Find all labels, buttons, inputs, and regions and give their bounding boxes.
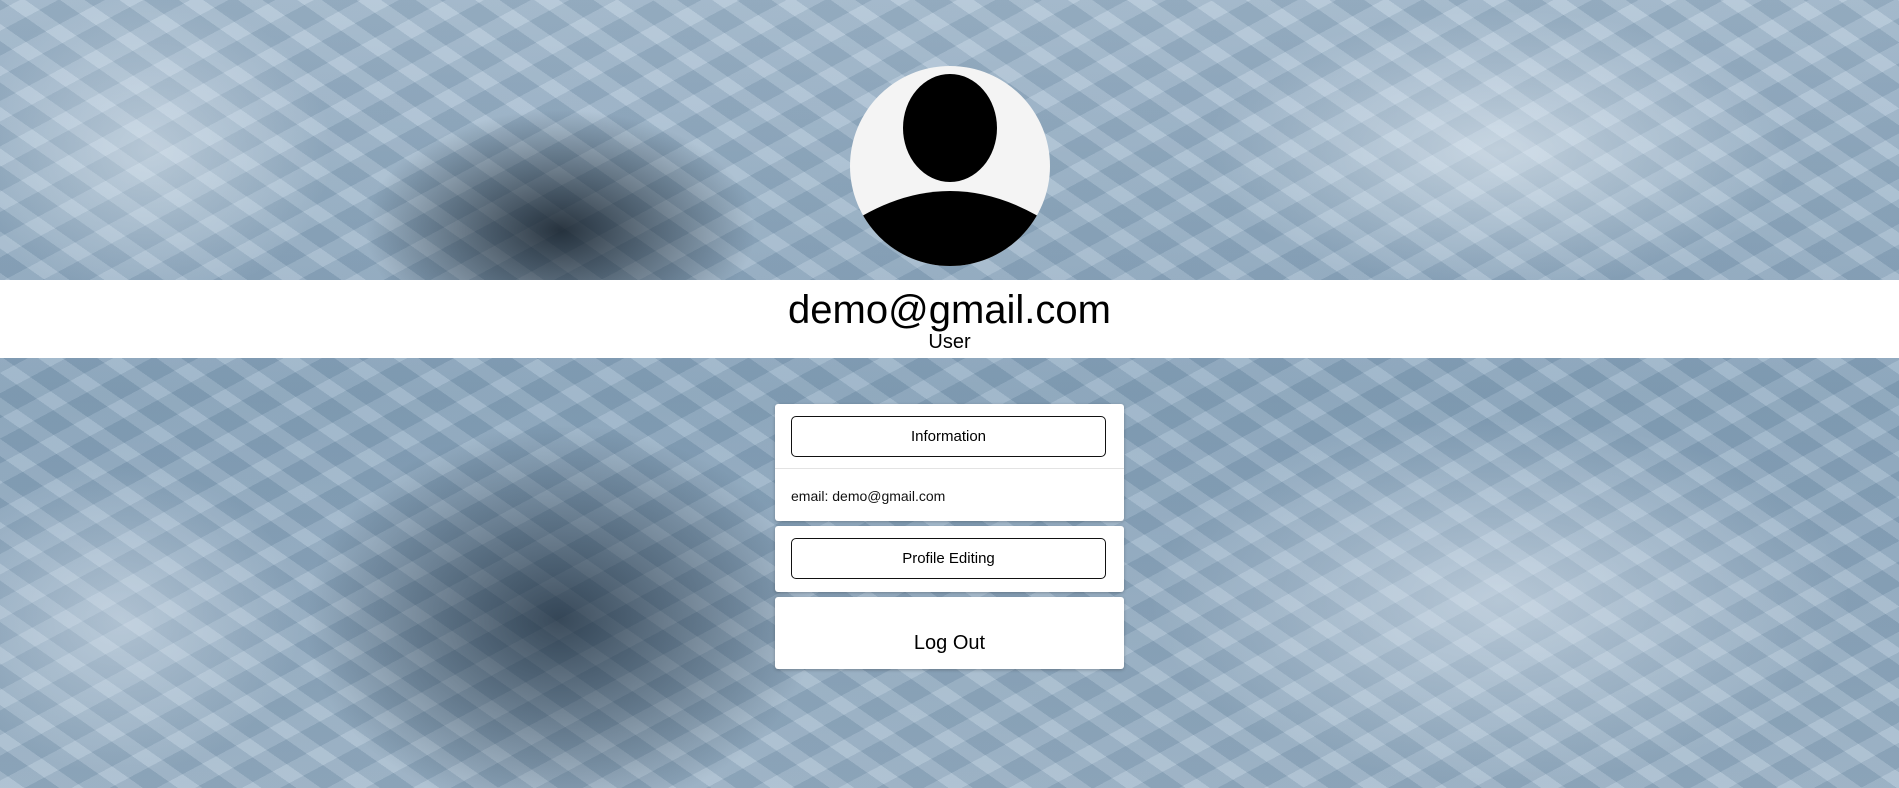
profile-email-title: demo@gmail.com — [788, 288, 1111, 332]
logout-button[interactable]: Log Out — [775, 597, 1124, 669]
profile-role-label: User — [928, 331, 971, 353]
user-silhouette-icon — [850, 74, 1050, 266]
profile-editing-button[interactable]: Profile Editing — [791, 538, 1106, 579]
logout-card: Log Out — [775, 597, 1124, 669]
information-button[interactable]: Information — [791, 416, 1106, 457]
information-email-line: email: demo@gmail.com — [791, 488, 945, 504]
information-email-label: email: — [791, 488, 829, 504]
profile-editing-card: Profile Editing — [775, 526, 1124, 592]
information-card: Information email: demo@gmail.com — [775, 404, 1124, 521]
avatar — [850, 66, 1050, 266]
information-email-value: demo@gmail.com — [832, 488, 946, 504]
information-divider — [775, 468, 1124, 469]
